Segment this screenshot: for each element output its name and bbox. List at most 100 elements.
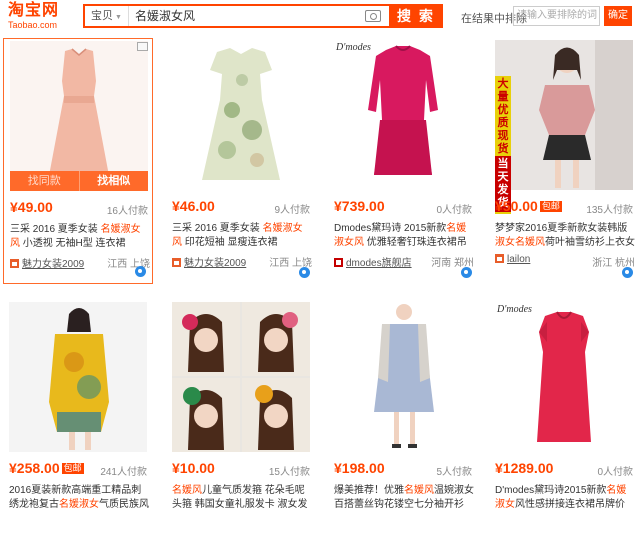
sales-count: 0人付款 xyxy=(597,467,633,478)
title-text: 小透视 无袖H型 连衣裙 S2311L22 xyxy=(22,238,126,249)
product-title[interactable]: 爆美推荐！优雅名媛风温婉淑女百搭蕾丝钩花镂空七分袖开衫 xyxy=(334,484,474,512)
price: ¥46.00 xyxy=(172,198,215,214)
chat-icon[interactable] xyxy=(135,266,146,277)
shop-name[interactable]: dmodes旗舰店 xyxy=(346,258,412,269)
taobao-logo[interactable]: 淘宝网 Taobao.com xyxy=(8,2,68,30)
product-image[interactable] xyxy=(495,302,633,452)
chevron-down-icon: ▼ xyxy=(115,14,122,21)
product-title[interactable]: 名媛风儿童气质发箍 花朵毛呢头箍 韩国女童礼服发卡 淑女发饰 xyxy=(172,484,312,512)
sales-count: 9人付款 xyxy=(274,205,310,216)
price: ¥198.00 xyxy=(334,460,385,476)
product-title[interactable]: 三采 2016 夏季女装 名媛淑女风 小透视 无袖H型 连衣裙 S2311L22 xyxy=(10,223,150,251)
promo-banner: 大量优质现货 当天发货 xyxy=(495,76,511,214)
title-text: 梦梦家2016夏季新款女装韩版 xyxy=(495,223,628,234)
title-text: 三采 2016 夏季女装 xyxy=(172,223,263,234)
chat-icon[interactable] xyxy=(299,267,310,278)
title-keyword: 名媛淑女 xyxy=(59,499,99,510)
shop-icon xyxy=(172,258,181,267)
shop-row: 魅力女装2009 江西 上饶 xyxy=(10,255,150,270)
find-same-button[interactable]: 找同款 xyxy=(10,171,80,191)
shop-row: lailon 浙江 杭州 xyxy=(495,254,635,269)
expand-icon[interactable] xyxy=(137,42,148,51)
product-image[interactable] xyxy=(334,302,472,452)
free-shipping-badge: 包邮 xyxy=(61,463,84,474)
product-card[interactable]: D'modes ¥739.00 0人付款 Dmodes黛玛诗 2015新款名媛淑… xyxy=(328,38,478,284)
title-text: 风性感拼接连衣裙吊牌价4280 xyxy=(515,499,625,510)
price: ¥258.00 xyxy=(9,460,60,476)
product-image[interactable] xyxy=(9,302,147,452)
free-shipping-badge: 包邮 xyxy=(539,201,562,212)
sales-count: 16人付款 xyxy=(106,206,148,217)
product-card[interactable]: D'modes ¥1289.00 0人付款 D'modes黛玛诗2015新款名媛… xyxy=(489,300,639,546)
price-row: ¥258.00 包邮 241人付款 xyxy=(9,460,153,478)
chat-icon[interactable] xyxy=(461,267,472,278)
product-card[interactable]: ¥258.00 包邮 241人付款 2016夏装新款高端重工精品刺绣龙袍复古名媛淑… xyxy=(3,300,153,546)
product-title[interactable]: 2016夏装新款高端重工精品刺绣龙袍复古名媛淑女气质民族风连衣裙 xyxy=(9,484,149,512)
chat-icon[interactable] xyxy=(622,267,633,278)
search-input[interactable]: 名媛淑女风 xyxy=(129,6,365,26)
sales-count: 0人付款 xyxy=(436,205,472,216)
product-title[interactable]: D'modes黛玛诗2015新款名媛淑女风性感拼接连衣裙吊牌价4280 xyxy=(495,484,635,512)
shop-row: dmodes旗舰店 河南 郑州 xyxy=(334,254,474,269)
exclude-confirm-button[interactable]: 确定 xyxy=(604,6,632,26)
logo-sub-text: Taobao.com xyxy=(8,20,58,30)
search-scope-label: 宝贝 xyxy=(91,10,114,22)
price-row: ¥198.00 5人付款 xyxy=(334,460,478,478)
product-card[interactable]: ¥198.00 5人付款 爆美推荐！优雅名媛风温婉淑女百搭蕾丝钩花镂空七分袖开衫 xyxy=(328,300,478,546)
price: ¥739.00 xyxy=(334,198,385,214)
price-row: ¥46.00 9人付款 xyxy=(172,198,316,216)
shop-name[interactable]: 魅力女装2009 xyxy=(184,258,246,269)
sales-count: 5人付款 xyxy=(436,467,472,478)
shop-icon xyxy=(495,254,504,263)
sales-count: 15人付款 xyxy=(268,467,310,478)
title-text: D'modes黛玛诗2015新款 xyxy=(495,485,607,496)
price-row: ¥1289.00 0人付款 xyxy=(495,460,639,478)
product-card[interactable]: ¥10.00 15人付款 名媛风儿童气质发箍 花朵毛呢头箍 韩国女童礼服发卡 淑… xyxy=(166,300,316,546)
title-text: 荷叶袖雪纺衫上衣女 xyxy=(545,237,635,248)
title-text: Dmodes黛玛诗 2015新款 xyxy=(334,223,447,234)
shop-row: 魅力女装2009 江西 上饶 xyxy=(172,254,312,269)
shop-name[interactable]: lailon xyxy=(507,254,530,265)
product-image[interactable] xyxy=(334,40,472,190)
shop-name[interactable]: 魅力女装2009 xyxy=(22,259,84,270)
tmall-icon xyxy=(334,258,343,267)
product-image[interactable] xyxy=(172,302,310,452)
brand-watermark: D'modes xyxy=(336,42,371,53)
image-overlay-bar: 找同款 找相似 xyxy=(10,171,148,191)
product-image[interactable] xyxy=(495,40,633,190)
search-button[interactable]: 搜 索 xyxy=(389,4,443,28)
price-row: ¥50.00 包邮 135人付款 xyxy=(495,198,639,216)
camera-icon[interactable] xyxy=(365,10,381,22)
sales-count: 241人付款 xyxy=(100,467,147,478)
product-title[interactable]: Dmodes黛玛诗 2015新款名媛淑女风 优雅轻奢钉珠连衣裙吊牌价3680 xyxy=(334,222,474,250)
product-card[interactable]: ¥46.00 9人付款 三采 2016 夏季女装 名媛淑女风 印花短袖 显瘦连衣… xyxy=(166,38,316,284)
search-scope-select[interactable]: 宝贝 ▼ xyxy=(85,6,129,26)
title-keyword: 名媛风 xyxy=(404,485,434,496)
exclude-input[interactable]: 请输入要排除的词 xyxy=(513,6,600,26)
price: ¥10.00 xyxy=(172,460,215,476)
price-row: ¥49.00 16人付款 xyxy=(10,199,154,217)
price: ¥49.00 xyxy=(10,199,53,215)
price: ¥50.00 xyxy=(495,198,538,214)
product-image[interactable] xyxy=(172,40,310,190)
product-title[interactable]: 梦梦家2016夏季新款女装韩版淑女名媛风荷叶袖雪纺衫上衣女 xyxy=(495,222,635,250)
title-keyword: 名媛风 xyxy=(172,485,202,496)
product-image[interactable] xyxy=(10,41,148,191)
title-keyword: 淑女名媛风 xyxy=(495,237,545,248)
product-card[interactable]: 大量优质现货 当天发货 ¥50.00 包邮 135人付款 梦梦家2016夏季新款女… xyxy=(489,38,639,284)
title-text: 爆美推荐！优雅 xyxy=(334,485,404,496)
price-row: ¥10.00 15人付款 xyxy=(172,460,316,478)
price: ¥1289.00 xyxy=(495,460,554,476)
brand-watermark: D'modes xyxy=(497,304,532,315)
logo-main-text: 淘宝网 xyxy=(8,2,60,19)
title-text: 印花短袖 显瘦连衣裙 S2551L18 xyxy=(184,237,278,248)
search-box: 宝贝 ▼ 名媛淑女风 搜 索 xyxy=(83,4,443,28)
shop-icon xyxy=(10,259,19,268)
product-title[interactable]: 三采 2016 夏季女装 名媛淑女风 印花短袖 显瘦连衣裙 S2551L18 xyxy=(172,222,312,250)
header: 淘宝网 Taobao.com 宝贝 ▼ 名媛淑女风 搜 索 在结果中排除 请输入要… xyxy=(0,0,640,32)
find-similar-button[interactable]: 找相似 xyxy=(80,171,149,191)
sales-count: 135人付款 xyxy=(586,205,633,216)
product-card[interactable]: 找同款 找相似 ¥49.00 16人付款 三采 2016 夏季女装 名媛淑女风 … xyxy=(3,38,153,284)
promo-banner-top: 大量优质现货 xyxy=(497,78,509,155)
title-text: 三采 2016 夏季女装 xyxy=(10,224,101,235)
